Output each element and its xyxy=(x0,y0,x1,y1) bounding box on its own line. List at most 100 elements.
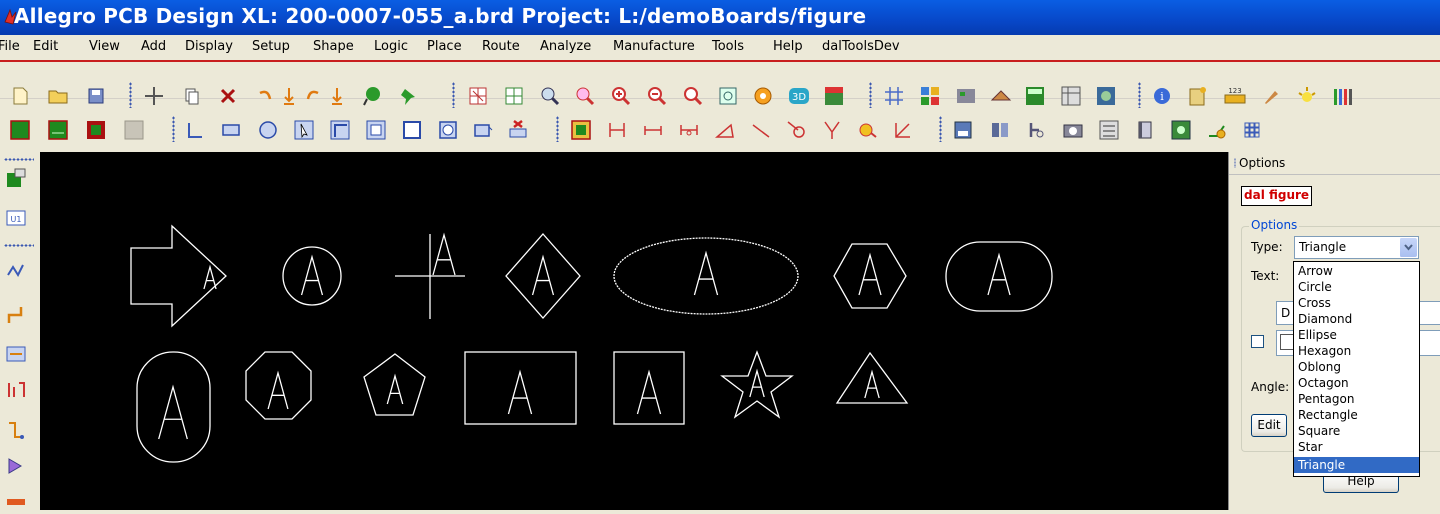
circle-icon[interactable] xyxy=(256,118,280,142)
board-icon[interactable] xyxy=(1094,84,1118,108)
toolbar-grip[interactable] xyxy=(452,82,455,108)
menu-edit[interactable]: Edit xyxy=(33,39,58,54)
property-icon[interactable] xyxy=(1186,84,1210,108)
figure-ellipse[interactable] xyxy=(613,237,799,315)
dropdown-option-pentagon[interactable]: Pentagon xyxy=(1294,391,1419,407)
figure-triangle[interactable] xyxy=(835,351,909,404)
board-outline-icon[interactable] xyxy=(46,118,70,142)
grid-snap-icon[interactable] xyxy=(1169,118,1193,142)
edit-button[interactable]: Edit xyxy=(1251,414,1287,437)
square-icon[interactable] xyxy=(400,118,424,142)
highlight-pin-icon[interactable] xyxy=(360,84,384,108)
refdes-icon[interactable] xyxy=(1097,118,1121,142)
info-icon[interactable]: i xyxy=(1150,84,1174,108)
rounded-square-icon[interactable] xyxy=(436,118,460,142)
menu-daltoolsdev[interactable]: dalToolsDev xyxy=(822,39,900,54)
copy-icon[interactable] xyxy=(180,84,204,108)
figure-square[interactable] xyxy=(613,351,685,425)
dropdown-option-square[interactable]: Square xyxy=(1294,423,1419,439)
menu-manufacture[interactable]: Manufacture xyxy=(613,39,695,54)
component-icon[interactable] xyxy=(569,118,593,142)
diagonal-icon[interactable] xyxy=(749,118,773,142)
arrow-icon[interactable] xyxy=(4,454,28,478)
dropdown-option-rectangle[interactable]: Rectangle xyxy=(1294,407,1419,423)
ruler-icon[interactable] xyxy=(4,490,28,514)
3d-view-icon[interactable]: 3D xyxy=(787,84,811,108)
menu-add[interactable]: Add xyxy=(141,39,166,54)
menu-logic[interactable]: Logic xyxy=(374,39,408,54)
route-icon[interactable] xyxy=(4,258,28,282)
camera-icon[interactable] xyxy=(1061,118,1085,142)
shape-frame-icon[interactable] xyxy=(328,118,352,142)
figure-diamond[interactable] xyxy=(505,233,581,319)
figure-star[interactable] xyxy=(720,350,794,419)
zoom-out-icon[interactable] xyxy=(645,84,669,108)
menu-help[interactable]: Help xyxy=(773,39,803,54)
figure-rectangle[interactable] xyxy=(464,351,577,425)
menu-place[interactable]: Place xyxy=(427,39,462,54)
figure-pentagon[interactable] xyxy=(363,353,426,416)
dropdown-option-circle[interactable]: Circle xyxy=(1294,279,1419,295)
menu-display[interactable]: Display xyxy=(185,39,233,54)
bus-icon[interactable] xyxy=(4,378,28,402)
highlight-icon[interactable] xyxy=(1295,84,1319,108)
func-icon[interactable] xyxy=(1024,118,1048,142)
matrix-icon[interactable] xyxy=(1240,118,1264,142)
toolbar-grip[interactable] xyxy=(869,82,872,108)
chamfer-icon[interactable] xyxy=(820,118,844,142)
grid-view-icon[interactable] xyxy=(466,84,490,108)
dropdown-option-cross[interactable]: Cross xyxy=(1294,295,1419,311)
new-file-icon[interactable] xyxy=(8,84,32,108)
zoom-points-icon[interactable] xyxy=(573,84,597,108)
figure-oblong-vertical[interactable] xyxy=(136,351,211,463)
lib-icon[interactable] xyxy=(988,118,1012,142)
zoom-previous-icon[interactable] xyxy=(681,84,705,108)
toolbar-grip[interactable] xyxy=(129,82,132,108)
grid-toggle-icon[interactable] xyxy=(502,84,526,108)
dimension-datum-icon[interactable] xyxy=(677,118,701,142)
menu-file[interactable]: File xyxy=(0,39,20,54)
step-down-icon[interactable] xyxy=(277,84,301,108)
pin-icon[interactable] xyxy=(1205,118,1229,142)
dimension-linear-icon[interactable] xyxy=(605,118,629,142)
design-canvas[interactable] xyxy=(40,152,1228,510)
panel-grip[interactable] xyxy=(1234,158,1236,168)
flip-design-icon[interactable] xyxy=(822,84,846,108)
menu-analyze[interactable]: Analyze xyxy=(540,39,591,54)
dropdown-option-hexagon[interactable]: Hexagon xyxy=(1294,343,1419,359)
save-icon[interactable] xyxy=(84,84,108,108)
type-dropdown-button[interactable] xyxy=(1399,238,1417,257)
dropdown-option-octagon[interactable]: Octagon xyxy=(1294,375,1419,391)
green-board-icon[interactable] xyxy=(8,118,32,142)
angular-icon[interactable] xyxy=(891,118,915,142)
blank-icon[interactable] xyxy=(122,118,146,142)
open-folder-icon[interactable] xyxy=(46,84,70,108)
frame-icon[interactable] xyxy=(364,118,388,142)
figure-cross[interactable] xyxy=(395,234,465,319)
rect-small-icon[interactable] xyxy=(471,118,495,142)
zoom-fit-icon[interactable] xyxy=(538,84,562,108)
undo-icon[interactable] xyxy=(253,84,277,108)
ecm-icon[interactable] xyxy=(1023,84,1047,108)
toolbar-grip[interactable] xyxy=(939,116,942,142)
add-connect-icon[interactable] xyxy=(4,342,28,366)
pushpin-icon[interactable] xyxy=(396,84,420,108)
outline-line-icon[interactable] xyxy=(183,118,207,142)
select-icon[interactable] xyxy=(292,118,316,142)
move-icon[interactable] xyxy=(142,84,166,108)
zoom-world-icon[interactable] xyxy=(716,84,740,108)
redo-icon[interactable] xyxy=(301,84,325,108)
radius-icon[interactable] xyxy=(784,118,808,142)
zoom-in-icon[interactable] xyxy=(609,84,633,108)
grid-icon[interactable] xyxy=(882,84,906,108)
brush-icon[interactable] xyxy=(1260,84,1284,108)
dropdown-option-oblong[interactable]: Oblong xyxy=(1294,359,1419,375)
figure-oblong[interactable] xyxy=(945,241,1053,312)
dropdown-option-ellipse[interactable]: Ellipse xyxy=(1294,327,1419,343)
menu-route[interactable]: Route xyxy=(482,39,520,54)
color-icon[interactable] xyxy=(918,84,942,108)
option-checkbox[interactable] xyxy=(1251,335,1264,348)
refdes-icon[interactable]: U1 xyxy=(4,206,28,230)
menu-shape[interactable]: Shape xyxy=(313,39,354,54)
toolbar-grip[interactable] xyxy=(1138,82,1141,108)
